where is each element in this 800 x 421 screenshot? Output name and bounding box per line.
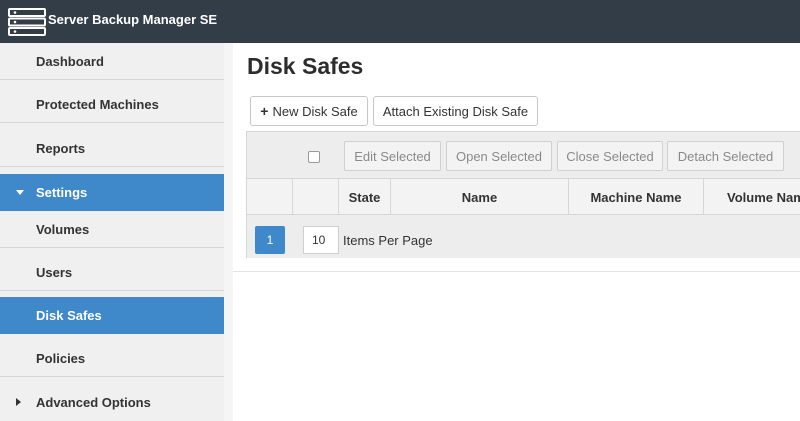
column-header-label: State xyxy=(348,189,381,205)
sidebar-item-reports[interactable]: Reports xyxy=(0,130,224,167)
sidebar-item-label: Protected Machines xyxy=(36,96,159,112)
detach-selected-button[interactable]: Detach Selected xyxy=(667,141,784,171)
sidebar-item-label: Reports xyxy=(36,140,86,156)
attach-disk-safe-button[interactable]: Attach Existing Disk Safe xyxy=(373,96,538,126)
sidebar: Dashboard Protected Machines Reports Set… xyxy=(0,43,233,421)
page-button[interactable]: 1 xyxy=(255,226,285,254)
column-header-label: Machine Name xyxy=(590,189,682,205)
sidebar-item-label: Disk Safes xyxy=(36,307,102,323)
sidebar-rail xyxy=(224,43,233,421)
new-disk-safe-label: New Disk Safe xyxy=(272,103,358,119)
caret-right-icon xyxy=(16,398,21,406)
sidebar-item-settings[interactable]: Settings xyxy=(0,174,224,211)
disk-safes-grid: Edit Selected Open Selected Close Select… xyxy=(246,131,800,258)
sidebar-item-protected-machines[interactable]: Protected Machines xyxy=(0,86,224,123)
open-selected-label: Open Selected xyxy=(455,148,542,164)
column-header-name[interactable]: Name xyxy=(391,179,569,215)
sidebar-item-label: Dashboard xyxy=(36,53,104,69)
top-bar: Server Backup Manager SE xyxy=(0,0,800,43)
sidebar-item-policies[interactable]: Policies xyxy=(0,340,224,377)
column-header-state[interactable]: State xyxy=(339,179,391,215)
sidebar-item-users[interactable]: Users xyxy=(0,254,224,291)
items-per-page-label: Items Per Page xyxy=(343,233,433,248)
select-all-checkbox[interactable] xyxy=(308,151,320,163)
edit-selected-label: Edit Selected xyxy=(354,148,431,164)
sidebar-item-advanced-options[interactable]: Advanced Options xyxy=(0,384,224,421)
grid-header-row: State Name Machine Name Volume Name xyxy=(247,179,800,215)
column-header-volume-name[interactable]: Volume Name xyxy=(704,179,800,215)
app-title: Server Backup Manager SE xyxy=(48,12,218,27)
sidebar-item-label: Volumes xyxy=(36,221,90,237)
sidebar-item-dashboard[interactable]: Dashboard xyxy=(0,43,224,80)
sidebar-item-label: Policies xyxy=(36,350,86,366)
grid-pager: 1 Items Per Page xyxy=(247,215,800,258)
new-disk-safe-button[interactable]: + New Disk Safe xyxy=(250,96,368,126)
edit-selected-button[interactable]: Edit Selected xyxy=(344,141,441,171)
open-selected-button[interactable]: Open Selected xyxy=(446,141,552,171)
sidebar-item-disk-safes[interactable]: Disk Safes xyxy=(0,297,224,334)
close-selected-label: Close Selected xyxy=(566,148,654,164)
close-selected-button[interactable]: Close Selected xyxy=(557,141,663,171)
items-per-page-input[interactable] xyxy=(303,226,339,254)
grid-header-select xyxy=(293,179,339,215)
grid-toolbar: Edit Selected Open Selected Close Select… xyxy=(247,132,800,179)
detach-selected-label: Detach Selected xyxy=(677,148,774,164)
sidebar-item-label: Settings xyxy=(36,184,88,200)
caret-down-icon xyxy=(16,190,24,195)
server-stack-icon xyxy=(8,8,46,36)
grid-header-expand xyxy=(247,179,293,215)
page-title: Disk Safes xyxy=(247,53,364,79)
column-header-machine-name[interactable]: Machine Name xyxy=(569,179,704,215)
attach-disk-safe-label: Attach Existing Disk Safe xyxy=(382,103,529,119)
sidebar-item-label: Users xyxy=(36,264,73,280)
column-header-label: Name xyxy=(461,189,498,205)
plus-icon: + xyxy=(260,103,269,119)
content-divider xyxy=(233,271,800,272)
column-header-label: Volume Name xyxy=(727,189,800,205)
sidebar-item-label: Advanced Options xyxy=(36,395,151,410)
sidebar-item-volumes[interactable]: Volumes xyxy=(0,211,224,248)
